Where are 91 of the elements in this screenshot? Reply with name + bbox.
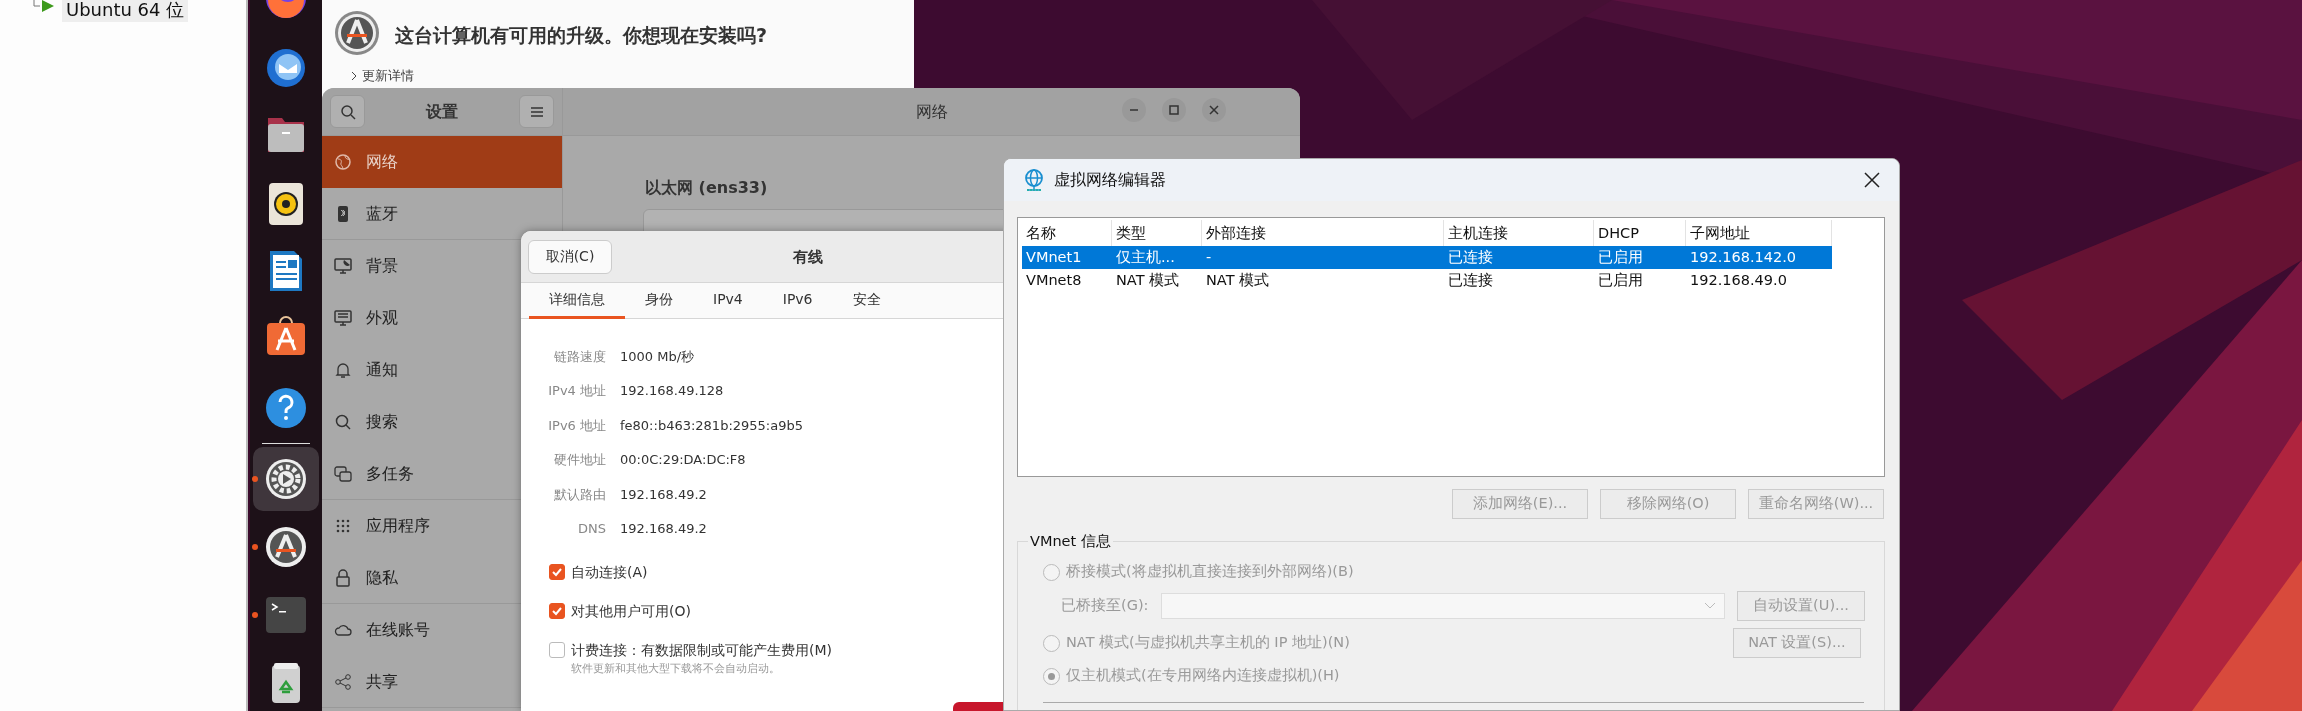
minimize-button[interactable]: [1122, 98, 1146, 122]
table-cell-text: NAT 模式: [1205, 270, 1271, 290]
sidebar-label: 通知: [366, 359, 398, 381]
tree-item[interactable]: Ubuntu 64 位: [62, 0, 189, 22]
window-title: 虚拟网络编辑器: [1054, 169, 1166, 191]
minimize-icon: [1127, 108, 1141, 112]
sidebar-label: 外观: [366, 307, 398, 329]
share-icon: [334, 672, 352, 691]
sidebar-item[interactable]: 在线账号: [322, 604, 562, 656]
search-icon: [334, 413, 352, 431]
update-icon[interactable]: [264, 525, 308, 569]
radio-label: 桥接模式(将虚拟机直接连接到外部网络)(B): [1066, 562, 1354, 582]
sidebar-label: 背景: [366, 255, 398, 277]
checkbox[interactable]: [549, 642, 565, 658]
details-toggle[interactable]: 更新详情: [362, 66, 414, 86]
hint-text: 软件更新和其他大型下载将不会自动启动。: [571, 661, 781, 677]
sidebar-label: 搜索: [366, 411, 398, 433]
globe-icon: [1024, 169, 1044, 191]
table-cell-text: -: [1205, 247, 1213, 267]
tab[interactable]: 身份: [625, 283, 693, 319]
window-title: 网络: [915, 100, 948, 123]
sidebar-label: 共享: [366, 670, 398, 693]
sidebar-label: 网络: [366, 151, 398, 173]
lock-icon: [334, 568, 352, 587]
sidebar-title: 设置: [426, 100, 458, 123]
table-cell-text: 仅主机...: [1115, 247, 1176, 267]
sidebar-label: 多任务: [366, 462, 414, 485]
table-row[interactable]: VMnet1 仅主机... - 已连接 已启用 192.168.142.0: [1022, 246, 1832, 269]
globe-icon: [334, 153, 352, 171]
table-cell-text: 已连接: [1447, 247, 1494, 267]
field-value: 192.168.49.2: [620, 520, 707, 538]
table-cell-text: 192.168.142.0: [1689, 247, 1798, 267]
maximize-icon: [1167, 103, 1181, 117]
monitor-icon: [334, 257, 352, 275]
radio-label: 仅主机模式(在专用网络内连接虚拟机)(H): [1066, 666, 1340, 686]
section-title: 以太网 (ens33): [645, 177, 768, 199]
search-button[interactable]: [330, 95, 365, 128]
bell-icon: [334, 361, 352, 379]
checkbox-label: 自动连接(A): [571, 563, 648, 582]
gear-icon[interactable]: [264, 457, 308, 501]
tab[interactable]: 安全: [832, 283, 901, 319]
field-label: IPv4 地址: [547, 382, 606, 400]
table-cell-text: NAT 模式: [1115, 270, 1181, 290]
tab[interactable]: IPv6: [762, 283, 833, 319]
windows-icon: [334, 464, 352, 483]
sidebar-item[interactable]: 网络: [322, 136, 562, 188]
menu-button[interactable]: [519, 95, 554, 128]
menu-icon: [529, 105, 544, 118]
field-label: DNS: [577, 520, 606, 538]
table-cell-text: VMnet1: [1025, 247, 1083, 267]
field-label: 已桥接至(G):: [1061, 596, 1150, 616]
sidebar-label: 应用程序: [366, 515, 430, 537]
sidebar-label: 蓝牙: [366, 202, 398, 225]
checkbox-label: 对其他用户可用(O): [571, 602, 691, 621]
checkbox[interactable]: [549, 564, 565, 580]
checkmark-icon: [551, 566, 563, 578]
dialog-title: 有线: [793, 247, 823, 268]
radio-label: NAT 模式(与虚拟机共享主机的 IP 地址)(N): [1066, 633, 1350, 653]
field-value: 00:0C:29:DA:DC:F8: [620, 451, 746, 469]
chevron-icon[interactable]: [350, 70, 358, 81]
sidebar-label: 在线账号: [366, 619, 430, 641]
update-icon: [334, 10, 380, 56]
checkbox-label: 计费连接：有数据限制或可能产生费用(M): [571, 641, 832, 660]
help-icon[interactable]: [264, 386, 308, 430]
field-value: 192.168.49.128: [620, 382, 724, 400]
monitor-icon: [334, 309, 352, 327]
table-cell-text: 已启用: [1597, 247, 1644, 267]
sidebar-label: 隐私: [366, 566, 398, 589]
field-value: 192.168.49.2: [620, 485, 707, 504]
table-cell-text: VMnet8: [1025, 270, 1083, 290]
field-value: 1000 Mb/秒: [620, 347, 695, 366]
table-cell-text: 192.168.49.0: [1689, 270, 1788, 290]
cancel-button[interactable]: 取消(C): [528, 239, 612, 274]
close-icon: [1207, 103, 1221, 117]
grid-icon: [334, 517, 352, 535]
table-cell-text: 已连接: [1447, 270, 1494, 290]
field-label: 链路速度: [553, 347, 606, 366]
search-icon: [339, 103, 356, 120]
table-cell-text: 已启用: [1597, 270, 1644, 290]
table-row[interactable]: VMnet8 NAT 模式 NAT 模式 已连接 已启用 192.168.49.0: [1022, 269, 1832, 292]
chevron-down-icon: [1704, 602, 1716, 610]
update-message: 这台计算机有可用的升级。你想现在安装吗?: [395, 23, 768, 48]
field-label: IPv6 地址: [547, 416, 606, 435]
checkbox[interactable]: [549, 603, 565, 619]
tab[interactable]: IPv4: [693, 283, 763, 319]
field-value: fe80::b463:281b:2955:a9b5: [620, 416, 803, 435]
maximize-button[interactable]: [1162, 98, 1186, 122]
close-icon: [1863, 171, 1881, 189]
tab[interactable]: 详细信息: [529, 283, 625, 319]
checkmark-icon: [551, 605, 563, 617]
shopping-bag-icon[interactable]: [264, 314, 308, 358]
